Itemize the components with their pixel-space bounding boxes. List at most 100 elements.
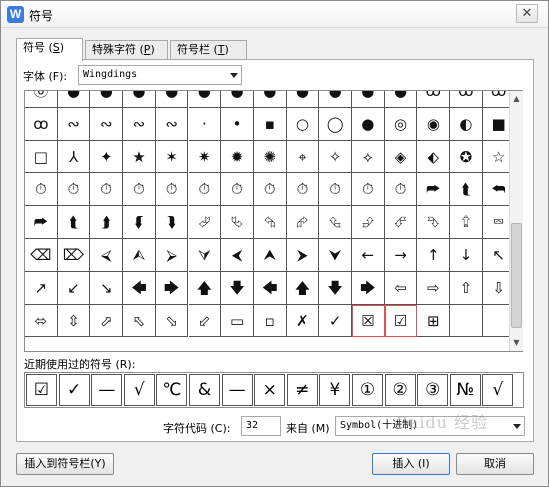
- symbol-cell[interactable]: ●: [57, 91, 91, 108]
- symbol-cell[interactable]: ☑: [384, 304, 418, 338]
- symbol-cell[interactable]: ○: [286, 107, 320, 141]
- symbol-cell[interactable]: ●: [123, 91, 156, 108]
- recent-symbol-cell[interactable]: ☑: [26, 374, 57, 406]
- symbol-cell[interactable]: ⮫: [25, 206, 58, 239]
- recent-symbol-cell[interactable]: —: [91, 374, 123, 406]
- symbol-cell[interactable]: ↘: [90, 271, 124, 305]
- recent-symbol-cell[interactable]: ①: [352, 374, 383, 406]
- symbol-cell[interactable]: ⏱: [319, 173, 352, 207]
- char-code-input[interactable]: 32: [241, 416, 281, 436]
- symbol-cell[interactable]: ✪: [450, 140, 483, 174]
- symbol-cell[interactable]: ⟡: [352, 140, 385, 174]
- symbol-cell[interactable]: ⮛: [188, 239, 222, 272]
- recent-symbol-cell[interactable]: ②: [384, 374, 416, 406]
- symbol-cell[interactable]: ●: [253, 91, 287, 108]
- symbol-cell[interactable]: ◐: [450, 107, 483, 141]
- symbol-cell[interactable]: ●: [319, 91, 352, 108]
- symbol-cell[interactable]: 🡄: [253, 271, 287, 305]
- symbol-cell[interactable]: ⮚: [155, 239, 189, 272]
- symbol-cell[interactable]: ⮬: [450, 173, 483, 207]
- symbol-cell[interactable]: 🡆: [352, 271, 385, 305]
- symbol-cell[interactable]: ⮯: [155, 206, 189, 239]
- symbol-cell[interactable]: ⏱: [352, 173, 385, 207]
- from-select[interactable]: Symbol(十进制): [335, 416, 525, 436]
- symbol-cell[interactable]: ꝏ: [450, 91, 483, 108]
- scroll-down-icon[interactable]: ▼: [510, 335, 523, 351]
- symbol-cell[interactable]: ●: [384, 91, 418, 108]
- scroll-up-icon[interactable]: ▲: [510, 91, 523, 107]
- symbol-cell[interactable]: ▫: [253, 304, 287, 338]
- symbol-cell[interactable]: ↓: [450, 239, 483, 272]
- symbol-cell[interactable]: ←: [352, 239, 385, 272]
- cancel-button[interactable]: 取消: [456, 453, 534, 475]
- symbol-cell[interactable]: ⮘: [90, 239, 124, 272]
- symbol-cell[interactable]: ⊞: [417, 304, 451, 338]
- grid-scrollbar[interactable]: ▲ ▼: [509, 91, 523, 351]
- tab-special-characters[interactable]: 特殊字符 (P): [85, 40, 168, 60]
- symbol-cell[interactable]: ⏱: [188, 173, 222, 207]
- symbol-cell[interactable]: ●: [352, 107, 385, 141]
- symbol-cell[interactable]: ⇦: [384, 271, 418, 305]
- symbol-cell[interactable]: ⮮: [123, 206, 156, 239]
- symbol-cell[interactable]: ●: [188, 91, 222, 108]
- symbol-cell[interactable]: ⏱: [90, 173, 124, 207]
- tab-symbol-bar[interactable]: 符号栏 (T): [170, 40, 247, 60]
- insert-to-symbol-bar-button[interactable]: 插入到符号栏(Y): [16, 453, 114, 475]
- symbol-cell[interactable]: ∾: [90, 107, 124, 141]
- recent-symbol-cell[interactable]: &: [189, 374, 220, 406]
- symbol-cell[interactable]: •: [221, 107, 254, 141]
- symbol-cell[interactable]: ▪: [253, 107, 287, 141]
- symbol-cell[interactable]: 🡅: [286, 271, 320, 305]
- symbol-cell[interactable]: ⮶: [384, 206, 418, 239]
- symbol-cell[interactable]: ⮝: [253, 239, 287, 272]
- recent-symbol-cell[interactable]: ¥: [319, 374, 351, 406]
- symbol-cell[interactable]: ⮞: [286, 239, 320, 272]
- insert-button[interactable]: 插入 (I): [372, 453, 450, 475]
- symbol-cell[interactable]: ↗: [25, 271, 58, 305]
- symbol-cell[interactable]: ⏱: [25, 173, 58, 207]
- symbol-cell[interactable]: ∾: [155, 107, 189, 141]
- symbol-cell[interactable]: ⮰: [188, 206, 222, 239]
- symbol-cell[interactable]: ⬀: [90, 304, 124, 338]
- symbol-cell[interactable]: ⇨: [417, 271, 451, 305]
- symbol-cell[interactable]: ⌖: [286, 140, 320, 174]
- symbol-cell[interactable]: ⮬: [57, 206, 91, 239]
- symbol-cell[interactable]: ∾: [57, 107, 91, 141]
- symbol-cell[interactable]: [450, 304, 483, 338]
- recent-symbol-cell[interactable]: ③: [417, 374, 449, 406]
- scroll-thumb[interactable]: [511, 223, 522, 328]
- symbol-cell[interactable]: ●: [90, 91, 124, 108]
- symbol-cell[interactable]: ⮱: [221, 206, 254, 239]
- tab-symbols[interactable]: 符号 (S): [16, 38, 83, 61]
- recent-symbol-cell[interactable]: —: [221, 374, 253, 406]
- symbol-cell[interactable]: ⏱: [384, 173, 418, 207]
- symbol-cell[interactable]: 🡅: [188, 271, 222, 305]
- symbol-cell[interactable]: ⬄: [25, 304, 58, 338]
- symbol-cell[interactable]: ✶: [155, 140, 189, 174]
- symbol-cell[interactable]: 🡇: [221, 271, 254, 305]
- symbol-cell[interactable]: 🡄: [123, 271, 156, 305]
- symbol-cell[interactable]: ⏱: [155, 173, 189, 207]
- symbol-cell[interactable]: ⅄: [57, 140, 91, 174]
- symbol-cell[interactable]: ⮙: [123, 239, 156, 272]
- font-select[interactable]: Wingdings: [78, 65, 242, 85]
- symbol-cell[interactable]: ⮫: [417, 173, 451, 207]
- symbol-cell[interactable]: ꝏ: [25, 107, 58, 141]
- symbol-cell[interactable]: ·: [188, 107, 222, 141]
- symbol-cell[interactable]: ⮲: [253, 206, 287, 239]
- recent-symbol-cell[interactable]: ℃: [156, 374, 188, 406]
- symbol-cell[interactable]: ★: [123, 140, 156, 174]
- symbol-cell[interactable]: ⮭: [90, 206, 124, 239]
- symbol-cell[interactable]: ☒: [352, 304, 385, 338]
- symbol-cell[interactable]: 🡇: [319, 271, 352, 305]
- symbol-cell[interactable]: ⮳: [286, 206, 320, 239]
- symbol-cell[interactable]: ▭: [221, 304, 254, 338]
- symbol-cell[interactable]: ✷: [188, 140, 222, 174]
- symbol-cell[interactable]: ⓪: [25, 91, 58, 108]
- symbol-cell[interactable]: ⬁: [123, 304, 156, 338]
- symbol-cell[interactable]: ✺: [253, 140, 287, 174]
- symbol-cell[interactable]: ⏱: [221, 173, 254, 207]
- symbol-cell[interactable]: ⮟: [319, 239, 352, 272]
- symbol-cell[interactable]: □: [25, 140, 58, 174]
- symbol-cell[interactable]: ⏱: [57, 173, 91, 207]
